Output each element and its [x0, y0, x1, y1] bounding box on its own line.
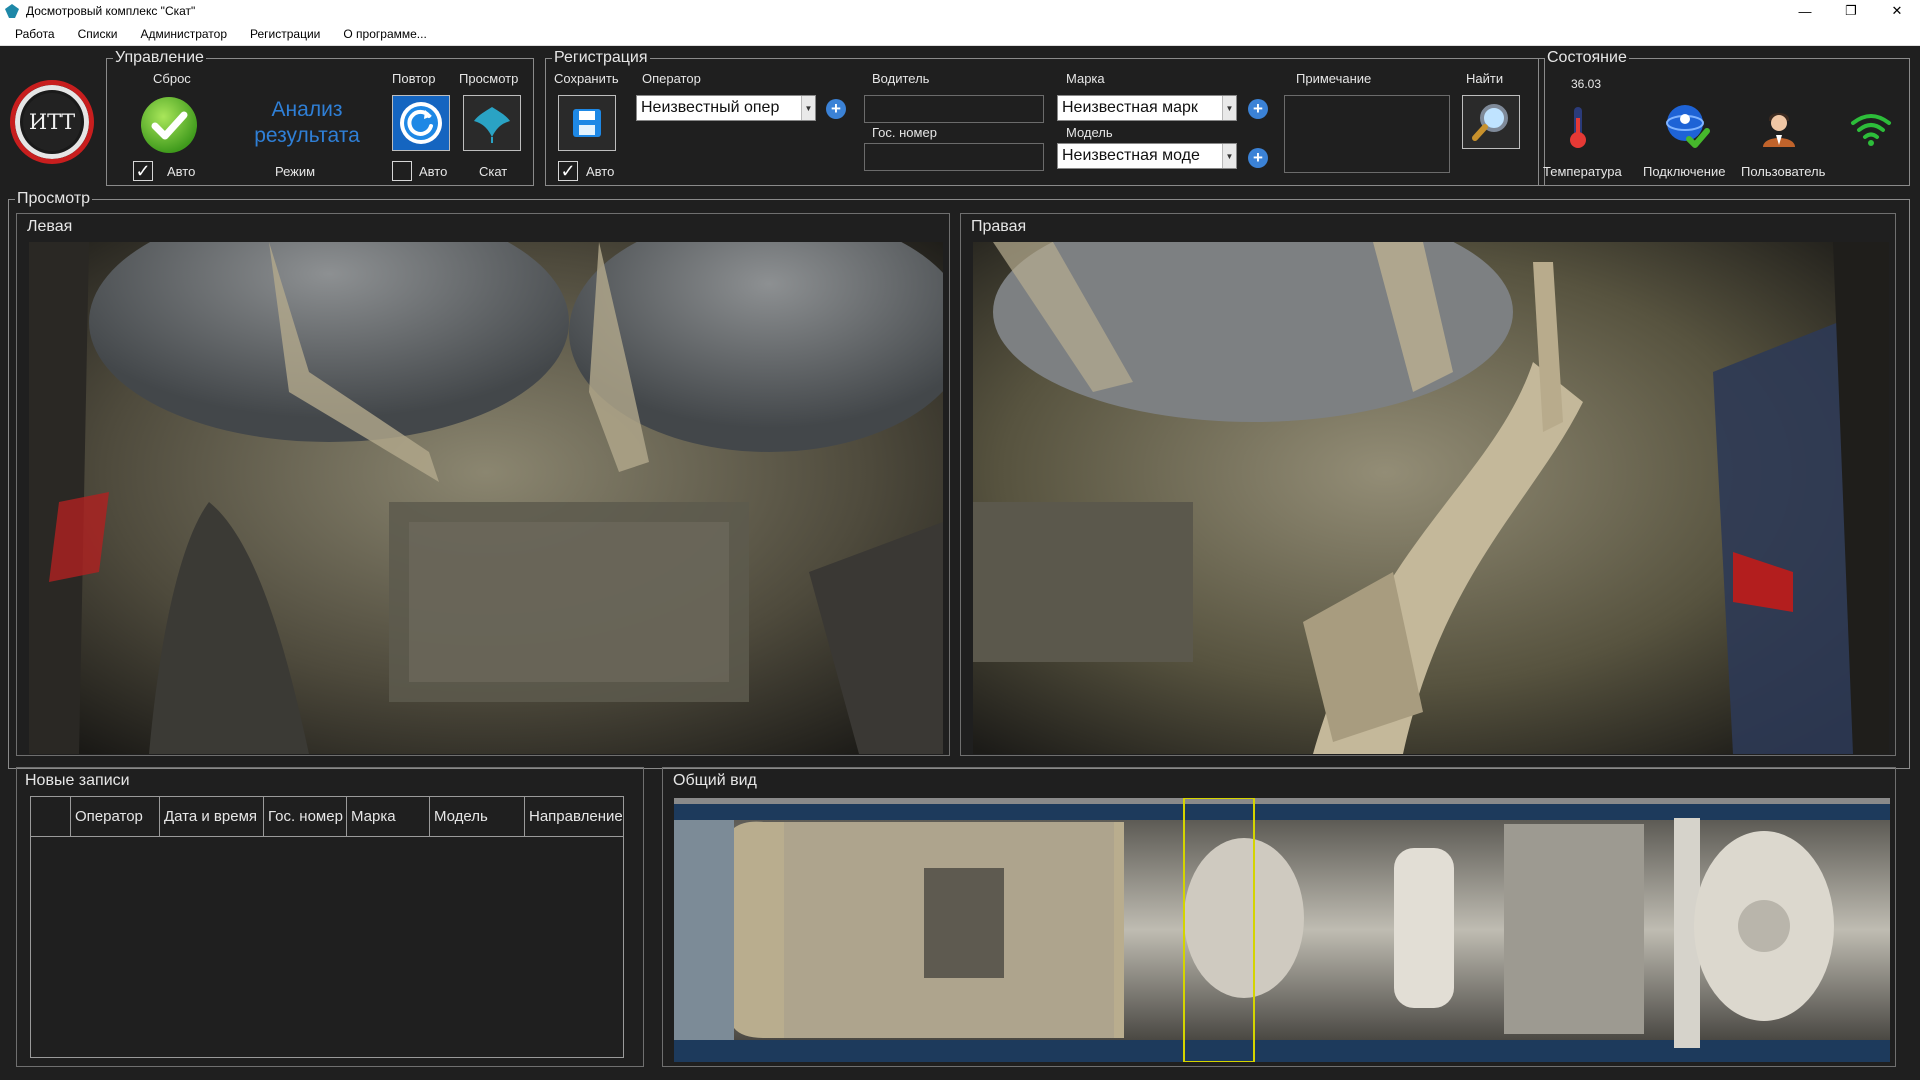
control-group-title: Управление	[113, 49, 206, 67]
chevron-down-icon: ▼	[801, 96, 815, 120]
find-label: Найти	[1466, 71, 1504, 86]
menu-lists[interactable]: Списки	[70, 27, 126, 41]
right-camera-panel: Правая	[960, 213, 1896, 756]
floppy-disk-icon	[573, 109, 601, 137]
new-records-title: Новые записи	[25, 772, 130, 789]
add-brand-button[interactable]: +	[1248, 99, 1268, 119]
overview-panel: Общий вид	[662, 767, 1896, 1067]
reset-label: Сброс	[153, 71, 191, 86]
chevron-down-icon: ▼	[1222, 144, 1236, 168]
records-table-header: Оператор Дата и время Гос. номер Марка М…	[31, 797, 623, 837]
save-label: Сохранить	[554, 71, 619, 86]
model-select[interactable]: Неизвестная моде ▼	[1057, 143, 1237, 169]
column-header-plate[interactable]: Гос. номер	[264, 797, 347, 836]
plate-label: Гос. номер	[872, 125, 937, 140]
column-header-brand[interactable]: Марка	[347, 797, 430, 836]
right-camera-image[interactable]	[973, 242, 1889, 754]
column-header-model[interactable]: Модель	[430, 797, 525, 836]
minimize-button[interactable]: —	[1782, 0, 1828, 22]
app-icon	[5, 4, 19, 18]
left-camera-label: Левая	[27, 218, 73, 235]
brand-select[interactable]: Неизвестная марк ▼	[1057, 95, 1237, 121]
reset-button[interactable]	[139, 95, 199, 155]
repeat-label: Повтор	[392, 71, 436, 86]
menu-bar: Работа Списки Администратор Регистрации …	[0, 22, 1920, 46]
overview-title: Общий вид	[673, 772, 757, 789]
reset-auto-checkbox[interactable]: ✓	[133, 161, 153, 181]
analysis-result-mode[interactable]: Анализ результата	[227, 97, 387, 149]
left-camera-image[interactable]	[29, 242, 943, 754]
skat-label: Скат	[479, 164, 508, 179]
add-operator-button[interactable]: +	[826, 99, 846, 119]
overview-image[interactable]	[674, 798, 1890, 1062]
status-group-title: Состояние	[1545, 49, 1629, 67]
records-table: Оператор Дата и время Гос. номер Марка М…	[30, 796, 624, 1058]
skat-view-button[interactable]	[463, 95, 521, 151]
new-records-panel: Новые записи Оператор Дата и время Гос. …	[16, 767, 644, 1067]
driver-input[interactable]	[864, 95, 1044, 123]
note-input[interactable]	[1284, 95, 1450, 173]
analysis-line-2: результата	[254, 124, 360, 147]
column-header-direction[interactable]: Направление	[525, 797, 623, 836]
column-header-operator[interactable]: Оператор	[71, 797, 160, 836]
right-camera-label: Правая	[971, 218, 1027, 235]
operator-value: Неизвестный опер	[641, 99, 780, 116]
registration-group: Регистрация Сохранить ✓ Авто Оператор Не…	[545, 49, 1545, 186]
registration-group-title: Регистрация	[552, 49, 650, 67]
note-label: Примечание	[1296, 71, 1372, 86]
reset-auto-label: Авто	[167, 164, 196, 179]
logo-text: ИТТ	[28, 110, 76, 134]
control-group: Управление Сброс ✓ Авто Анализ результат…	[106, 49, 534, 186]
thermometer-icon	[1570, 107, 1586, 148]
temperature-label: Температура	[1543, 164, 1622, 179]
wifi-signal-icon	[1851, 114, 1891, 146]
add-model-button[interactable]: +	[1248, 148, 1268, 168]
repeat-button[interactable]	[392, 95, 450, 151]
menu-work[interactable]: Работа	[7, 27, 63, 41]
registration-auto-label: Авто	[586, 164, 615, 179]
window-title: Досмотровый комплекс "Скат"	[26, 4, 196, 18]
check-icon	[141, 97, 197, 153]
operator-label: Оператор	[642, 71, 701, 86]
user-icon	[1763, 113, 1795, 147]
user-label: Пользователь	[1741, 164, 1826, 179]
registration-auto-checkbox[interactable]: ✓	[558, 161, 578, 181]
save-button[interactable]	[558, 95, 616, 151]
left-camera-panel: Левая	[16, 213, 950, 756]
view-group-title: Просмотр	[15, 190, 93, 208]
close-button[interactable]: ✕	[1874, 0, 1920, 22]
connection-icon	[1666, 105, 1710, 148]
brand-label: Марка	[1066, 71, 1105, 86]
model-value: Неизвестная моде	[1062, 147, 1200, 164]
company-logo: ИТТ	[10, 80, 94, 164]
brand-value: Неизвестная марк	[1062, 99, 1198, 116]
menu-admin[interactable]: Администратор	[132, 27, 235, 41]
connection-label: Подключение	[1643, 164, 1726, 179]
operator-select[interactable]: Неизвестный опер ▼	[636, 95, 816, 121]
menu-registrations[interactable]: Регистрации	[242, 27, 328, 41]
model-label: Модель	[1066, 125, 1113, 140]
restore-button[interactable]: ❐	[1828, 0, 1874, 22]
status-group: Состояние 36.03 Температура Подключение …	[1538, 49, 1910, 186]
menu-about[interactable]: О программе...	[335, 27, 434, 41]
repeat-auto-checkbox[interactable]	[392, 161, 412, 181]
find-button[interactable]	[1462, 95, 1520, 149]
repeat-auto-label: Авто	[419, 164, 448, 179]
column-header-datetime[interactable]: Дата и время	[160, 797, 264, 836]
plate-input[interactable]	[864, 143, 1044, 171]
column-header-select[interactable]	[31, 797, 71, 836]
stingray-icon	[474, 107, 510, 143]
chevron-down-icon: ▼	[1222, 96, 1236, 120]
mode-label: Режим	[275, 164, 316, 179]
view-label: Просмотр	[459, 71, 519, 86]
refresh-icon	[400, 102, 442, 144]
magnifier-icon	[1472, 104, 1508, 141]
driver-label: Водитель	[872, 71, 930, 86]
analysis-line-1: Анализ	[271, 98, 343, 121]
title-bar: Досмотровый комплекс "Скат" — ❐ ✕	[0, 0, 1920, 22]
temperature-value: 36.03	[1571, 77, 1602, 91]
